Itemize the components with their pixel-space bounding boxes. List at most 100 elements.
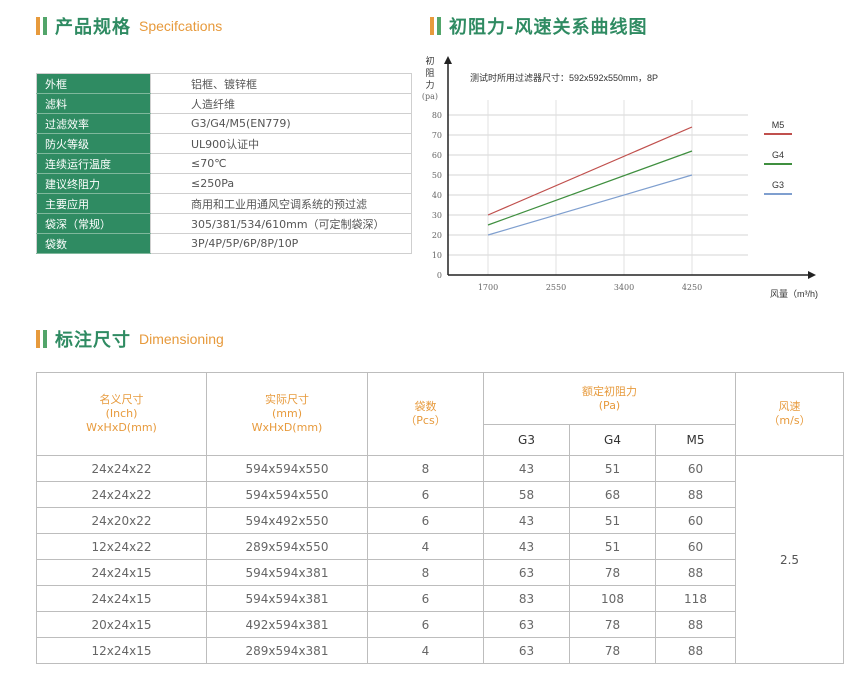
- y-tick-label: 80: [432, 111, 442, 120]
- cell-g3: 63: [483, 637, 570, 664]
- title-bars-icon: [430, 17, 441, 35]
- cell-pockets: 6: [367, 507, 484, 534]
- specs-title-zh: 产品规格: [55, 17, 131, 38]
- legend-label-g4: G4: [772, 150, 784, 160]
- x-tick-label: 4250: [682, 283, 702, 292]
- y-tick-label: 10: [432, 251, 442, 260]
- header-nominal: 名义尺寸 (Inch) WxHxD(mm): [36, 372, 207, 456]
- cell-pockets: 4: [367, 637, 484, 664]
- cell-pockets: 8: [367, 455, 484, 482]
- dims-section-title: 标注尺寸 Dimensioning: [36, 326, 224, 352]
- spec-key: 建议终阻力: [36, 173, 151, 194]
- table-row: 12x24x22 289x594x550 4 43 51 60: [36, 533, 844, 560]
- cell-g4: 51: [569, 507, 656, 534]
- y-tick-label: 30: [432, 211, 442, 220]
- spec-value: 人造纤维: [150, 93, 412, 114]
- cell-g3: 43: [483, 507, 570, 534]
- cell-nominal: 20x24x15: [36, 611, 207, 638]
- spec-key: 过滤效率: [36, 113, 151, 134]
- cell-g4: 68: [569, 481, 656, 508]
- cell-actual: 289x594x550: [206, 533, 368, 560]
- y-tick-label: 60: [432, 151, 442, 160]
- cell-nominal: 24x24x22: [36, 455, 207, 482]
- spec-row: 连续运行温度 ≤70℃: [36, 153, 412, 174]
- y-axis-label: 力: [425, 79, 434, 90]
- chart-title-zh: 初阻力-风速关系曲线图: [449, 17, 648, 38]
- header-actual: 实际尺寸 (mm) WxHxD(mm): [206, 372, 368, 456]
- spec-row: 袋深（常规） 305/381/534/610mm（可定制袋深）: [36, 213, 412, 234]
- cell-g4: 51: [569, 533, 656, 560]
- header-g3: G3: [483, 424, 570, 456]
- cell-actual: 594x492x550: [206, 507, 368, 534]
- cell-pockets: 8: [367, 559, 484, 586]
- cell-nominal: 24x20x22: [36, 507, 207, 534]
- x-tick-label: 1700: [478, 283, 498, 292]
- chart-title: 测试时所用过滤器尺寸：592x592x550mm，8P: [470, 72, 658, 83]
- spec-row: 外框 铝框、镀锌框: [36, 73, 412, 94]
- y-tick-label: 70: [432, 131, 442, 140]
- cell-m5: 88: [655, 637, 736, 664]
- spec-key: 滤料: [36, 93, 151, 114]
- x-axis-label: 风量（m³/h): [770, 289, 818, 299]
- dims-title-zh: 标注尺寸: [55, 330, 131, 351]
- cell-m5: 88: [655, 481, 736, 508]
- y-axis-arrow-icon: [444, 56, 452, 64]
- cell-m5: 60: [655, 455, 736, 482]
- cell-g3: 63: [483, 559, 570, 586]
- cell-actual: 492x594x381: [206, 611, 368, 638]
- table-row: 12x24x15 289x594x381 4 63 78 88: [36, 637, 844, 664]
- cell-g4: 78: [569, 559, 656, 586]
- table-row: 24x24x22 594x594x550 6 58 68 88: [36, 481, 844, 508]
- title-bars-icon: [36, 330, 47, 348]
- spec-value: 305/381/534/610mm（可定制袋深）: [150, 213, 412, 234]
- cell-g4: 78: [569, 637, 656, 664]
- cell-actual: 594x594x381: [206, 585, 368, 612]
- cell-g3: 43: [483, 533, 570, 560]
- spec-key: 袋数: [36, 233, 151, 254]
- series-line-g4: [487, 150, 693, 226]
- spec-value: ≤70℃: [150, 153, 412, 174]
- y-tick-label: 20: [432, 231, 442, 240]
- spec-value: G3/G4/M5(EN779): [150, 113, 412, 134]
- cell-nominal: 24x24x15: [36, 585, 207, 612]
- cell-g3: 83: [483, 585, 570, 612]
- cell-nominal: 12x24x15: [36, 637, 207, 664]
- x-tick-label: 2550: [546, 283, 566, 292]
- cell-g3: 58: [483, 481, 570, 508]
- x-tick-label: 3400: [614, 283, 634, 292]
- table-row: 20x24x15 492x594x381 6 63 78 88: [36, 611, 844, 638]
- table-row: 24x24x15 594x594x381 6 83 108 118: [36, 585, 844, 612]
- cell-m5: 118: [655, 585, 736, 612]
- resistance-airflow-chart: 0 10 20 30 40 50 60 70 80 1700 2550 3400 4250 初阻力 (pa)…: [422, 55, 818, 299]
- spec-key: 连续运行温度: [36, 153, 151, 174]
- title-bars-icon: [36, 17, 47, 35]
- specs-section-title: 产品规格 Specifcations: [36, 13, 222, 39]
- cell-g4: 78: [569, 611, 656, 638]
- cell-g4: 108: [569, 585, 656, 612]
- cell-speed: 2.5: [735, 455, 844, 664]
- dims-title-en: Dimensioning: [139, 331, 224, 347]
- series-line-m5: [487, 126, 693, 216]
- cell-pockets: 6: [367, 585, 484, 612]
- spec-value: 3P/4P/5P/6P/8P/10P: [150, 233, 412, 254]
- spec-row: 建议终阻力 ≤250Pa: [36, 173, 412, 194]
- spec-row: 过滤效率 G3/G4/M5(EN779): [36, 113, 412, 134]
- y-axis-label: 初: [425, 55, 434, 66]
- cell-g4: 51: [569, 455, 656, 482]
- y-axis-label: 阻: [425, 68, 434, 78]
- spec-value: UL900认证中: [150, 133, 412, 154]
- spec-key: 外框: [36, 73, 151, 94]
- table-row: 24x24x22 594x594x550 8 43 51 60 2.5: [36, 455, 844, 664]
- cell-pockets: 4: [367, 533, 484, 560]
- cell-g3: 43: [483, 455, 570, 482]
- spec-value: 商用和工业用通风空调系统的预过滤: [150, 193, 412, 214]
- spec-row: 滤料 人造纤维: [36, 93, 412, 114]
- cell-actual: 594x594x550: [206, 455, 368, 482]
- specs-title-en: Specifcations: [139, 18, 223, 34]
- y-tick-label: 0: [437, 271, 442, 280]
- spec-key: 袋深（常规）: [36, 213, 151, 234]
- header-g4: G4: [569, 424, 656, 456]
- series-line-g3: [487, 174, 693, 236]
- spec-row: 主要应用 商用和工业用通风空调系统的预过滤: [36, 193, 412, 214]
- spec-row: 防火等级 UL900认证中: [36, 133, 412, 154]
